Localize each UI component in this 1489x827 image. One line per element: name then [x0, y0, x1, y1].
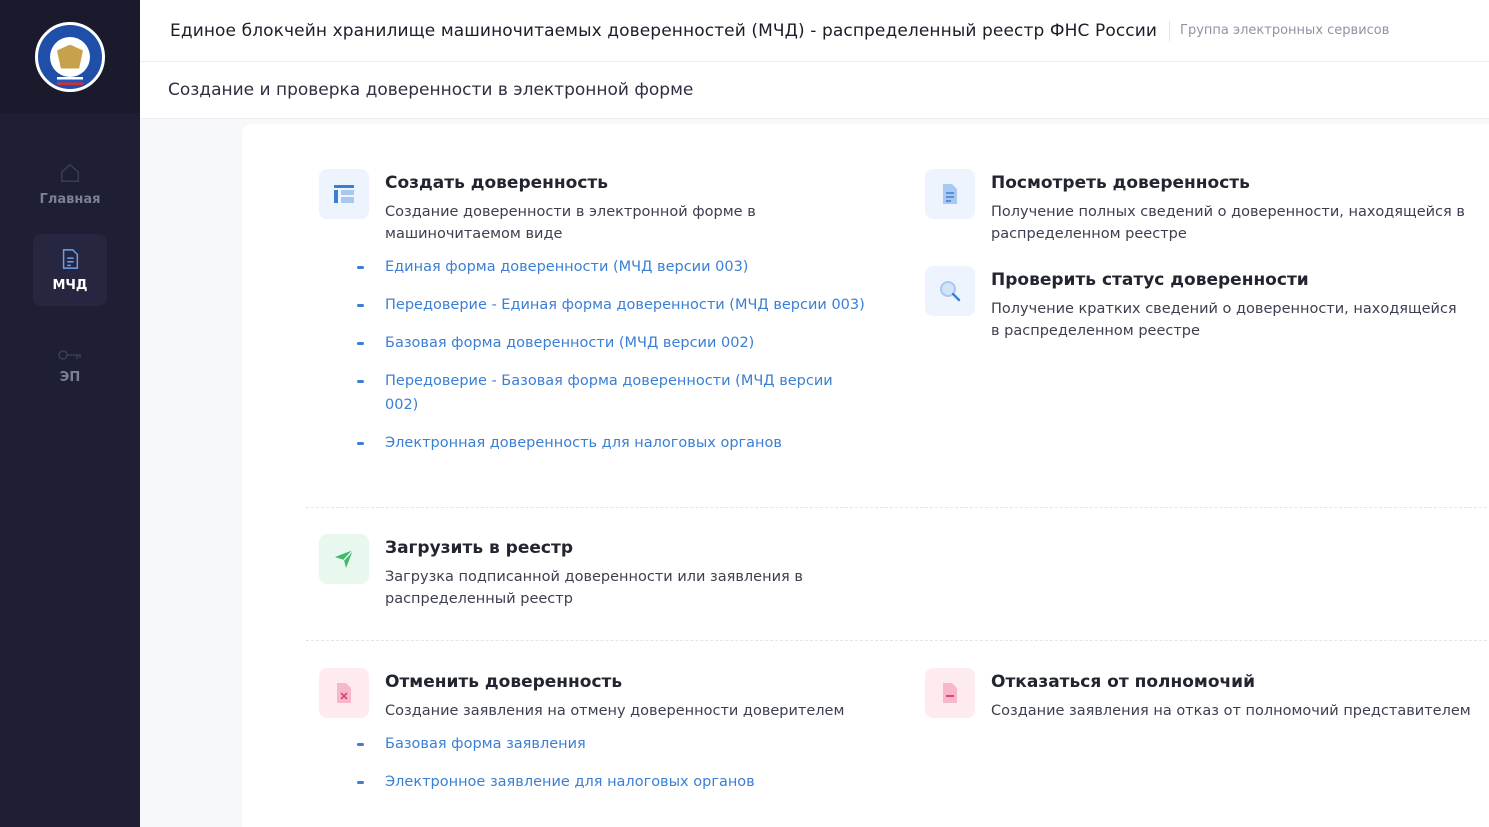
refuse-desc: Создание заявления на отказ от полномочи…: [991, 703, 1471, 719]
check-desc: Получение кратких сведений о доверенност…: [991, 301, 1457, 339]
key-icon: [58, 349, 81, 360]
cancel-document-icon: [319, 668, 369, 718]
sidebar-item-mchd[interactable]: МЧД: [33, 234, 107, 306]
upload-title[interactable]: Загрузить в реестр: [385, 538, 815, 558]
sidebar: Главная МЧД ЭП: [0, 0, 140, 827]
search-icon: [925, 266, 975, 316]
list-item[interactable]: Единая форма доверенности (МЧД версии 00…: [357, 255, 885, 279]
view-document-icon: [925, 169, 975, 219]
app-title: Единое блокчейн хранилище машиночитаемых…: [170, 20, 1158, 41]
list-item[interactable]: Электронная доверенность для налоговых о…: [357, 431, 885, 455]
divider: [306, 640, 1489, 641]
page-title: Создание и проверка доверенности в элект…: [168, 80, 694, 100]
logo-area: [0, 0, 140, 113]
list-item[interactable]: Электронное заявление для налоговых орга…: [357, 770, 855, 794]
sidebar-item-home[interactable]: Главная: [33, 148, 107, 220]
sub-header: Создание и проверка доверенности в элект…: [140, 62, 1489, 119]
home-icon: [61, 163, 79, 182]
create-title[interactable]: Создать доверенность: [385, 173, 895, 193]
list-item[interactable]: Передоверие - Единая форма доверенности …: [357, 293, 885, 317]
list-item[interactable]: Базовая форма заявления: [357, 732, 855, 756]
sidebar-item-label: МЧД: [52, 277, 88, 293]
create-links: Единая форма доверенности (МЧД версии 00…: [357, 255, 885, 455]
sidebar-item-label: ЭП: [59, 369, 81, 385]
cancel-links: Базовая форма заявления Электронное заяв…: [357, 732, 855, 794]
group-link[interactable]: Группа электронных сервисов: [1180, 23, 1389, 38]
document-icon: [62, 248, 79, 269]
main-card: Создать доверенность Создание довереннос…: [242, 124, 1489, 827]
create-form-icon: [319, 169, 369, 219]
check-title[interactable]: Проверить статус доверенности: [991, 270, 1466, 290]
header-divider: [1169, 20, 1171, 41]
cancel-desc: Создание заявления на отмену доверенност…: [385, 703, 845, 719]
list-item[interactable]: Базовая форма доверенности (МЧД версии 0…: [357, 331, 885, 355]
sidebar-item-ep[interactable]: ЭП: [33, 330, 107, 402]
view-title[interactable]: Посмотреть доверенность: [991, 173, 1466, 193]
list-item[interactable]: Передоверие - Базовая форма доверенности…: [357, 369, 860, 417]
divider: [306, 507, 1489, 508]
top-bar: Единое блокчейн хранилище машиночитаемых…: [140, 0, 1489, 62]
sidebar-item-label: Главная: [39, 191, 101, 207]
send-icon: [319, 534, 369, 584]
fns-logo-icon[interactable]: [35, 21, 105, 92]
upload-desc: Загрузка подписанной доверенности или за…: [385, 569, 803, 607]
refuse-title[interactable]: Отказаться от полномочий: [991, 672, 1471, 692]
create-desc: Создание доверенности в электронной форм…: [385, 204, 756, 242]
view-desc: Получение полных сведений о доверенности…: [991, 204, 1465, 242]
cancel-title[interactable]: Отменить доверенность: [385, 672, 855, 692]
refuse-document-icon: [925, 668, 975, 718]
